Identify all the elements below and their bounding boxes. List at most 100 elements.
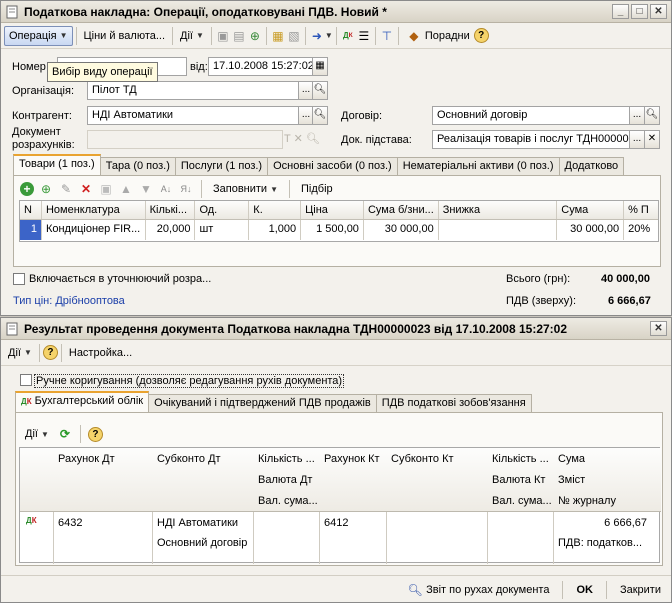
- table-cell[interactable]: 20,000: [146, 220, 196, 240]
- sort-desc-icon[interactable]: Я↓: [178, 181, 194, 197]
- add-row-icon[interactable]: +: [20, 182, 34, 196]
- actions-menu[interactable]: Дії ▼: [4, 343, 36, 363]
- date-field[interactable]: 17.10.2008 15:27:02: [208, 57, 313, 76]
- tab-vat-sales[interactable]: Очікуваний і підтверджений ПДВ продажів: [148, 394, 377, 412]
- structure-icon[interactable]: ⊤: [379, 28, 395, 44]
- column-header[interactable]: Вал. сума...: [258, 495, 318, 507]
- add-icon[interactable]: ▣: [215, 28, 231, 44]
- column-header[interactable]: К.: [249, 201, 302, 219]
- postings-button[interactable]: ◆ Порадни: [402, 26, 474, 46]
- column-header[interactable]: % П: [624, 201, 658, 219]
- maximize-button[interactable]: □: [631, 4, 648, 19]
- column-header[interactable]: Рахунок Кт: [324, 453, 380, 465]
- settings-button[interactable]: Настройка...: [65, 343, 136, 363]
- tab-goods[interactable]: Товари (1 поз.): [13, 154, 101, 175]
- close-button[interactable]: Закрити: [616, 580, 665, 600]
- dt-kt-icon[interactable]: ДК: [340, 28, 356, 44]
- table-cell[interactable]: [439, 220, 558, 240]
- chevron-down-icon[interactable]: ▼: [325, 31, 333, 40]
- close-button[interactable]: ✕: [650, 4, 667, 19]
- select-button[interactable]: ...: [629, 106, 645, 125]
- go-to-icon[interactable]: ➜: [309, 28, 325, 44]
- search-icon[interactable]: 🔍︎: [644, 106, 660, 125]
- tab-vat-liabilities[interactable]: ПДВ податкові зобов'язання: [375, 394, 532, 412]
- include-checkbox[interactable]: [13, 273, 25, 285]
- ok-button[interactable]: OK: [572, 580, 597, 600]
- unpost-icon[interactable]: ▧: [286, 28, 302, 44]
- account-dt[interactable]: 6432: [58, 517, 82, 529]
- subconto-dt-1[interactable]: НДІ Автоматики: [157, 517, 238, 529]
- subconto-dt-2[interactable]: Основний договір: [157, 537, 247, 549]
- column-header[interactable]: Сума: [558, 453, 585, 465]
- content-value[interactable]: ПДВ: податков...: [558, 537, 642, 549]
- clear-icon[interactable]: ✕: [644, 130, 660, 149]
- help-icon[interactable]: ?: [87, 426, 103, 442]
- pick-button[interactable]: Підбір: [297, 179, 337, 199]
- journal-icon[interactable]: ☰: [356, 28, 372, 44]
- column-header[interactable]: Знижка: [439, 201, 558, 219]
- delete-icon[interactable]: ✕: [78, 181, 94, 197]
- calendar-button[interactable]: ▦: [312, 57, 328, 76]
- table-cell[interactable]: 1,000: [249, 220, 302, 240]
- column-header[interactable]: Вал. сума...: [492, 495, 552, 507]
- minimize-button[interactable]: _: [612, 4, 629, 19]
- table-cell[interactable]: 30 000,00: [557, 220, 625, 240]
- table-row[interactable]: 1 Кондиціонер FIR... 20,000 шт 1,000 1 5…: [20, 220, 658, 240]
- contractor-field[interactable]: НДІ Автоматики: [87, 106, 299, 125]
- column-header[interactable]: Номенклатура: [42, 201, 146, 219]
- column-header[interactable]: Сума б/зни...: [364, 201, 439, 219]
- column-header[interactable]: Кількість ...: [492, 453, 549, 465]
- table-cell[interactable]: Кондиціонер FIR...: [42, 220, 146, 240]
- copy-row-icon[interactable]: ⊕: [38, 181, 54, 197]
- prices-currency-button[interactable]: Ціни й валюта...: [80, 26, 170, 46]
- contract-field[interactable]: Основний договір: [432, 106, 630, 125]
- help-icon[interactable]: ?: [42, 345, 58, 360]
- column-header[interactable]: Ціна: [301, 201, 364, 219]
- copy-icon[interactable]: ▤: [231, 28, 247, 44]
- table-cell[interactable]: 1 500,00: [301, 220, 364, 240]
- table-cell[interactable]: 30 000,00: [364, 220, 439, 240]
- close-button[interactable]: ✕: [650, 321, 667, 336]
- search-icon[interactable]: 🔍︎: [312, 81, 328, 100]
- column-header[interactable]: Субконто Кт: [391, 453, 454, 465]
- column-header[interactable]: Валюта Дт: [258, 474, 312, 486]
- arrow-up-icon[interactable]: ▲: [118, 181, 134, 197]
- column-header[interactable]: Кількі...: [146, 201, 196, 219]
- column-header[interactable]: Рахунок Дт: [58, 453, 115, 465]
- column-header[interactable]: Од.: [195, 201, 250, 219]
- fill-button[interactable]: Заповнити ▼: [209, 179, 282, 199]
- column-header[interactable]: № журналу: [558, 495, 616, 507]
- movement-report-button[interactable]: 🔍︎ Звіт по рухах документа: [403, 580, 553, 600]
- save-icon[interactable]: ▣: [98, 181, 114, 197]
- help-icon[interactable]: ?: [473, 28, 489, 43]
- operation-button[interactable]: Операція ▼: [4, 25, 73, 46]
- post-icon[interactable]: ▦: [270, 28, 286, 44]
- column-header[interactable]: Кількість ...: [258, 453, 315, 465]
- column-header[interactable]: Валюта Кт: [492, 474, 545, 486]
- price-type-link[interactable]: Тип цін: Дрібнооптова: [13, 295, 125, 307]
- organization-field[interactable]: Пілот ТД: [87, 81, 299, 100]
- tab-fixed-assets[interactable]: Основні засоби (0 поз.): [267, 157, 398, 175]
- actions-menu[interactable]: Дії ▼: [21, 424, 53, 444]
- tab-services[interactable]: Послуги (1 поз.): [174, 157, 269, 175]
- tab-accounting[interactable]: ДК Бухгалтерський облік: [15, 391, 150, 412]
- tab-tare[interactable]: Тара (0 поз.): [99, 157, 176, 175]
- tab-intangible-assets[interactable]: Нематеріальні активи (0 поз.): [396, 157, 560, 175]
- column-header[interactable]: Зміст: [558, 474, 585, 486]
- search-icon[interactable]: 🔍︎: [312, 106, 328, 125]
- new-document-icon[interactable]: ⊕: [247, 28, 263, 44]
- table-cell[interactable]: 20%: [624, 220, 658, 240]
- basis-field[interactable]: Реалізація товарів і послуг ТДН00000: [432, 130, 630, 149]
- sort-asc-icon[interactable]: A↓: [158, 181, 174, 197]
- edit-icon[interactable]: ✎: [58, 181, 74, 197]
- column-header[interactable]: Субконто Дт: [157, 453, 221, 465]
- column-header[interactable]: N: [20, 201, 42, 219]
- manual-edit-checkbox[interactable]: [20, 374, 32, 386]
- column-header[interactable]: Сума: [557, 201, 625, 219]
- account-kt[interactable]: 6412: [324, 517, 348, 529]
- actions-menu[interactable]: Дії ▼: [176, 26, 208, 46]
- tab-additional[interactable]: Додатково: [558, 157, 625, 175]
- arrow-down-icon[interactable]: ▼: [138, 181, 154, 197]
- sum-value[interactable]: 6 666,67: [604, 517, 647, 529]
- refresh-icon[interactable]: ⟳: [57, 426, 73, 442]
